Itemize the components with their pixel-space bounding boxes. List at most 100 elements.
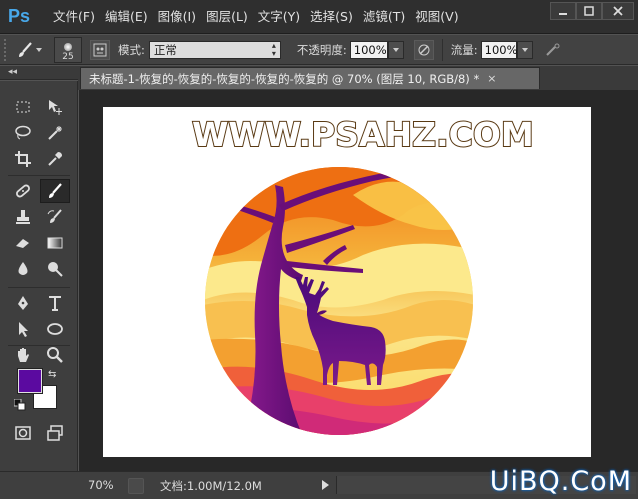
rectangular-marquee-icon	[16, 101, 30, 113]
opacity-label: 不透明度:	[296, 42, 347, 57]
magic-wand-tool[interactable]	[40, 121, 70, 145]
type-tool[interactable]	[40, 291, 70, 315]
options-bar: 25 模式: 正常 ▴ ▾ 不透明度: 100% 流量: 100%	[0, 35, 638, 65]
flow-slider-toggle[interactable]	[516, 40, 533, 59]
options-divider	[441, 38, 443, 61]
healing-brush-tool[interactable]	[8, 179, 38, 203]
document-canvas[interactable]: WWW.PSAHZ.COM	[103, 107, 591, 457]
eraser-icon	[16, 239, 29, 248]
zoom-tool[interactable]	[40, 343, 70, 367]
quick-mask-button[interactable]	[8, 421, 38, 445]
tool-preset-picker[interactable]	[14, 38, 44, 62]
tab-close-icon[interactable]: ×	[487, 72, 496, 85]
quick-mask-icon	[15, 426, 31, 440]
brush-panel-icon	[93, 43, 107, 56]
collapse-icon[interactable]: ◂◂	[8, 67, 17, 77]
toolbox-header[interactable]: ◂◂	[0, 66, 78, 80]
clone-stamp-tool[interactable]	[8, 205, 38, 229]
ellipse-icon	[47, 323, 63, 335]
blur-tool[interactable]	[8, 257, 38, 281]
document-size: 文档:1.00M/12.0M	[160, 479, 262, 493]
menu-file[interactable]: 文件(F)	[48, 0, 100, 34]
updown-arrows-icon: ▴ ▾	[271, 40, 276, 58]
eyedropper-icon	[48, 152, 62, 166]
path-selection-icon	[19, 322, 28, 337]
menu-layer[interactable]: 图层(L)	[201, 0, 253, 34]
crop-tool[interactable]	[8, 147, 38, 171]
document-tab[interactable]: 未标题-1-恢复的-恢复的-恢复的-恢复的-恢复的 @ 70% (图层 10, …	[80, 67, 540, 89]
maximize-button[interactable]	[576, 2, 602, 20]
screen-mode-button[interactable]	[40, 421, 70, 445]
history-brush-tool[interactable]	[40, 205, 70, 229]
lasso-tool[interactable]	[8, 121, 38, 145]
path-selection-tool[interactable]	[8, 317, 38, 341]
brush-tool[interactable]	[40, 179, 70, 203]
chevron-down-icon	[392, 47, 399, 52]
lasso-icon	[15, 125, 31, 140]
gradient-icon	[47, 237, 63, 249]
menu-view[interactable]: 视图(V)	[410, 0, 463, 34]
tablet-pressure-opacity-button[interactable]	[413, 39, 434, 60]
opacity-slider-toggle[interactable]	[387, 40, 404, 59]
status-info-arrow-icon[interactable]	[322, 480, 329, 490]
hand-icon	[18, 348, 29, 362]
airbrush-button[interactable]	[543, 40, 563, 60]
zoom-level[interactable]: 70%	[88, 478, 114, 492]
healing-brush-icon	[16, 184, 30, 198]
close-button[interactable]	[602, 2, 634, 20]
brush-tip-icon	[64, 42, 72, 51]
deer-illustration	[205, 167, 473, 435]
opacity-field[interactable]: 100%	[349, 40, 388, 59]
minimize-button[interactable]	[550, 2, 576, 20]
airbrush-icon	[545, 43, 560, 56]
brush-size: 25	[62, 51, 74, 62]
default-colors-icon[interactable]	[13, 398, 26, 414]
brush-icon	[49, 183, 62, 198]
chevron-down-icon	[521, 47, 528, 52]
eraser-tool[interactable]	[8, 231, 38, 255]
dodge-tool[interactable]	[40, 257, 70, 281]
dodge-icon	[48, 262, 63, 277]
menu-select[interactable]: 选择(S)	[305, 0, 358, 34]
foreground-color-swatch[interactable]	[17, 368, 43, 394]
clone-stamp-icon	[16, 210, 30, 224]
toolbox-divider	[8, 175, 70, 176]
menu-bar: Ps 文件(F) 编辑(E) 图像(I) 图层(L) 文字(Y) 选择(S) 滤…	[0, 0, 638, 34]
blur-icon	[18, 262, 28, 275]
crop-icon	[15, 151, 31, 167]
move-tool[interactable]	[40, 95, 70, 119]
hand-tool[interactable]	[8, 343, 38, 367]
menu-edit[interactable]: 编辑(E)	[100, 0, 153, 34]
window-controls	[550, 2, 634, 20]
flow-label: 流量:	[450, 42, 478, 57]
brush-icon	[19, 41, 32, 57]
pen-pressure-icon	[418, 44, 430, 55]
pen-tool[interactable]	[8, 291, 38, 315]
ellipse-tool[interactable]	[40, 317, 70, 341]
rectangular-marquee-tool[interactable]	[8, 95, 38, 119]
brush-panel-toggle[interactable]	[90, 39, 110, 60]
gradient-tool[interactable]	[40, 231, 70, 255]
menu-filter[interactable]: 滤镜(T)	[358, 0, 410, 34]
status-menu-button[interactable]	[128, 478, 144, 494]
options-grip[interactable]	[4, 38, 14, 61]
move-icon	[49, 100, 62, 115]
zoom-icon	[47, 347, 63, 363]
canvas-area[interactable]: WWW.PSAHZ.COM	[79, 90, 638, 471]
menu-type[interactable]: 文字(Y)	[253, 0, 305, 34]
menu-image[interactable]: 图像(I)	[153, 0, 201, 34]
screen-mode-icon	[47, 425, 63, 441]
site-watermark: UiBQ.CoM	[489, 466, 632, 497]
magic-wand-icon	[48, 126, 62, 140]
canvas-heading-text: WWW.PSAHZ.COM	[191, 114, 535, 155]
swap-colors-icon[interactable]: ⇆	[48, 369, 56, 380]
mode-label: 模式:	[118, 42, 145, 57]
eyedropper-tool[interactable]	[40, 147, 70, 171]
type-icon	[49, 296, 61, 311]
brush-preset-picker[interactable]: 25	[54, 36, 82, 63]
minimize-icon	[559, 13, 567, 15]
toolbox-divider	[8, 287, 70, 288]
mode-select[interactable]: 正常 ▴ ▾	[148, 40, 281, 59]
flow-field[interactable]: 100%	[480, 40, 518, 59]
pen-icon	[18, 296, 28, 310]
